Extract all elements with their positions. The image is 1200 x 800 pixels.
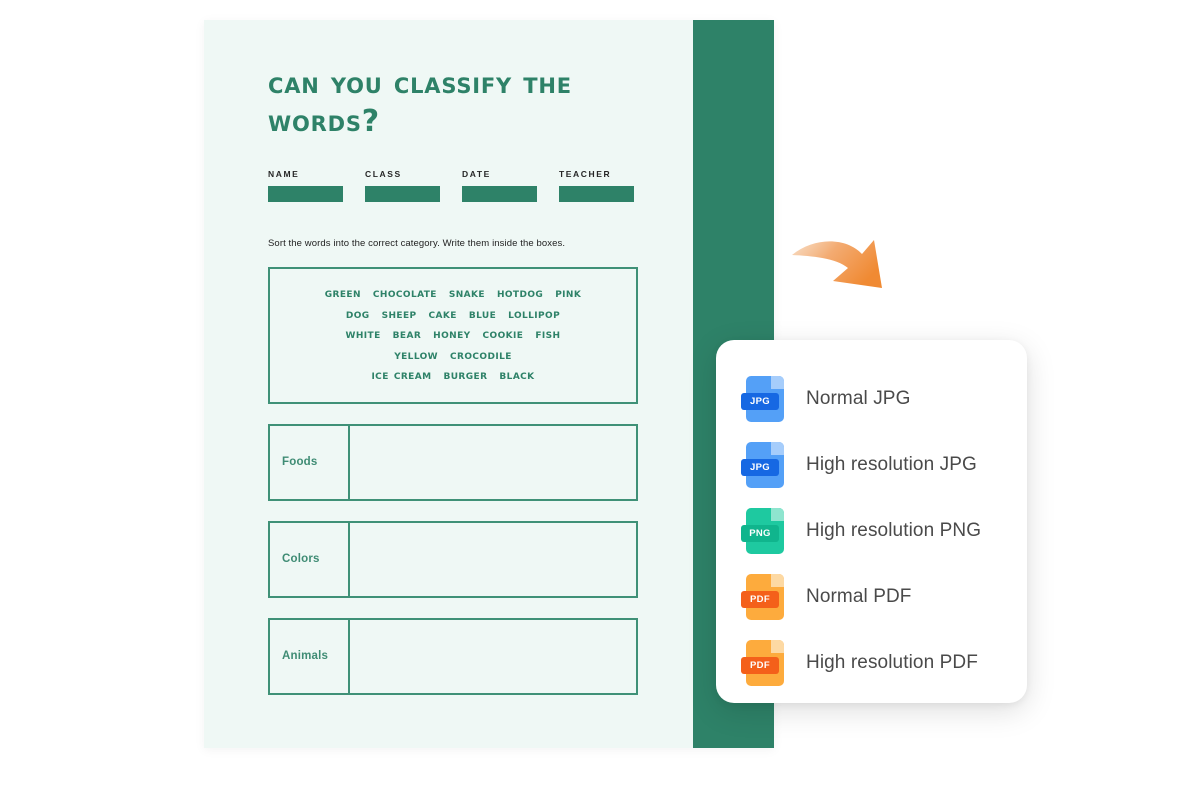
word-bank: Green Chocolate Snake Hotdog Pink Dog Sheep Ca… [268, 267, 638, 404]
file-icon-badge: PDF [741, 657, 779, 674]
meta-bar-date [462, 186, 537, 202]
category-row-animals: Animals [268, 617, 638, 695]
meta-bar-teacher [559, 186, 634, 202]
meta-field-class: CLASS [365, 169, 440, 202]
file-icon-fold [771, 442, 784, 455]
menu-item-high-resolution-png[interactable]: PNG High resolution PNG [716, 498, 1027, 564]
meta-fields-row: NAME CLASS DATE TEACHER [268, 169, 638, 202]
category-answer-foods[interactable] [350, 426, 636, 499]
menu-item-label: High resolution PDF [806, 652, 978, 673]
word-bank-line: Dog Sheep Cake Blue Lollipop [345, 305, 561, 322]
meta-bar-name [268, 186, 343, 202]
file-icon-badge: JPG [741, 393, 779, 410]
file-icon-badge: JPG [741, 459, 779, 476]
file-icon-fold [771, 574, 784, 587]
category-label-animals: Animals [270, 619, 350, 693]
meta-label-teacher: TEACHER [559, 169, 612, 179]
jpg-file-icon: JPG [741, 376, 784, 422]
menu-item-label: Normal JPG [806, 388, 911, 409]
download-options-menu: JPG Normal JPG JPG High resolution JPG P… [716, 340, 1027, 703]
file-icon-badge: PDF [741, 591, 779, 608]
jpg-file-icon: JPG [741, 442, 784, 488]
page-title: Can you classify the words? [268, 66, 572, 139]
word-bank-line: Green Chocolate Snake Hotdog Pink [324, 285, 582, 301]
menu-item-normal-pdf[interactable]: PDF Normal PDF [716, 564, 1027, 630]
category-row-foods: Foods [268, 423, 638, 501]
menu-item-label: Normal PDF [806, 586, 912, 607]
menu-item-label: High resolution PNG [806, 520, 982, 541]
category-label-foods: Foods [270, 425, 350, 499]
png-file-icon: PNG [741, 508, 784, 554]
file-icon-badge: PNG [741, 525, 779, 542]
menu-item-high-resolution-pdf[interactable]: PDF High resolution PDF [716, 630, 1027, 696]
pdf-file-icon: PDF [741, 574, 784, 620]
worksheet-preview[interactable]: Can you classify the words? NAME CLASS D… [204, 20, 774, 748]
file-icon-fold [771, 640, 784, 653]
meta-label-name: NAME [268, 169, 300, 179]
menu-item-normal-jpg[interactable]: JPG Normal JPG [716, 366, 1027, 432]
category-row-colors: Colors [268, 520, 638, 598]
meta-field-name: NAME [268, 169, 343, 202]
screen-root: Can you classify the words? NAME CLASS D… [0, 0, 1200, 800]
menu-item-high-resolution-jpg[interactable]: JPG High resolution JPG [716, 432, 1027, 498]
curved-arrow-icon [792, 240, 882, 288]
meta-field-date: DATE [462, 169, 537, 202]
category-answer-animals[interactable] [350, 620, 636, 693]
menu-item-label: High resolution JPG [806, 454, 977, 475]
meta-label-date: DATE [462, 169, 491, 179]
meta-label-class: CLASS [365, 169, 402, 179]
worksheet-content: Can you classify the words? NAME CLASS D… [268, 65, 638, 695]
meta-bar-class [365, 186, 440, 202]
category-label-colors: Colors [270, 522, 350, 596]
file-icon-fold [771, 376, 784, 389]
pdf-file-icon: PDF [741, 640, 784, 686]
instruction-text: Sort the words into the correct category… [268, 238, 566, 249]
word-bank-line: White Bear Honey Cookie Fish [345, 326, 561, 342]
word-bank-line: Yellow Crocodile [394, 346, 512, 363]
category-answer-colors[interactable] [350, 523, 636, 596]
meta-field-teacher: TEACHER [559, 169, 634, 202]
word-bank-line: Ice cream Burger Black [371, 367, 535, 383]
file-icon-fold [771, 508, 784, 521]
